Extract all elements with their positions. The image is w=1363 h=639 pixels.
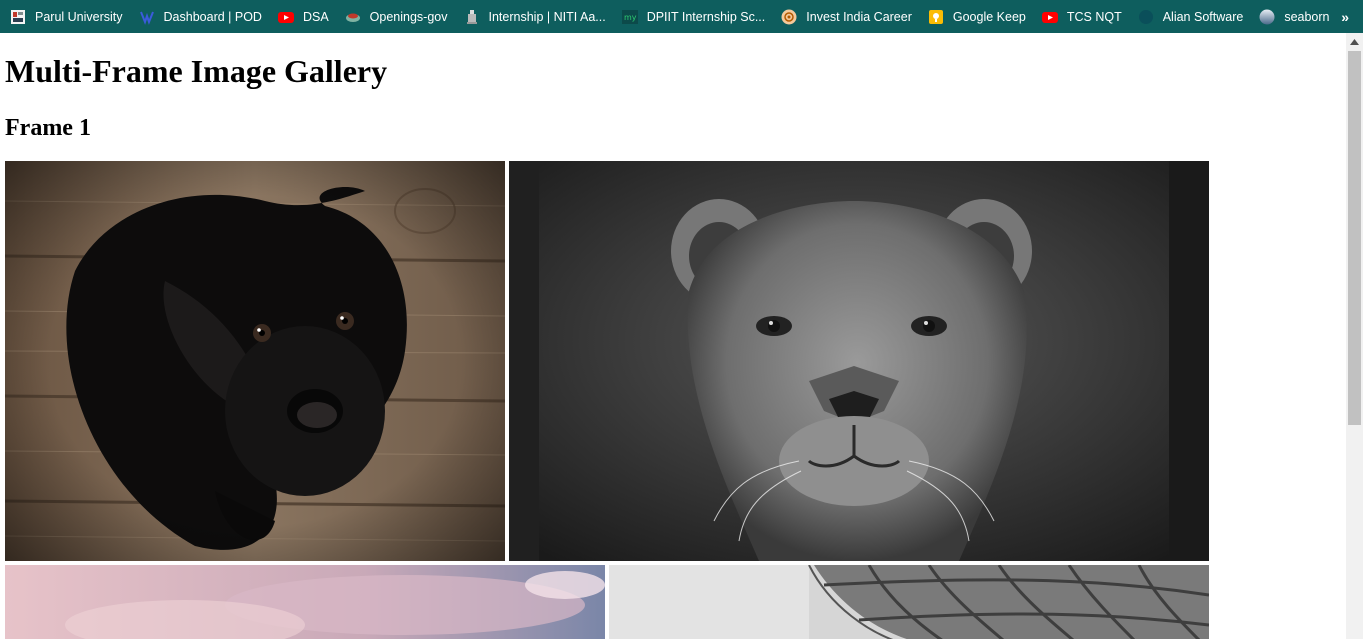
- bookmark-label: seaborn: [1284, 9, 1330, 24]
- bookmark-label: DSA: [302, 9, 329, 24]
- scroll-up-arrow-icon[interactable]: [1346, 33, 1363, 50]
- page-title: Multi-Frame Image Gallery: [5, 53, 388, 89]
- bookmark-label: Parul University: [35, 9, 123, 24]
- black-puppy-photo: [5, 161, 505, 561]
- bookmark-invest-india[interactable]: Invest India Career: [781, 0, 912, 33]
- hot-air-balloon-photo: [609, 565, 1209, 639]
- bookmark-niti-aayog[interactable]: Internship | NITI Aa...: [464, 0, 606, 33]
- bookmark-dsa[interactable]: DSA: [277, 0, 329, 33]
- niti-aayog-icon: [464, 9, 480, 25]
- more-bookmarks-button[interactable]: »: [1341, 0, 1349, 33]
- bookmark-label: Internship | NITI Aa...: [488, 9, 606, 24]
- youtube-icon: [277, 9, 294, 25]
- lioness-photo: [509, 161, 1209, 561]
- bookmark-label: Alian Software: [1162, 9, 1244, 24]
- vertical-scrollbar[interactable]: [1346, 33, 1363, 639]
- bookmark-google-keep[interactable]: Google Keep: [928, 0, 1026, 33]
- page-content: Multi-Frame Image Gallery Frame 1: [0, 33, 1346, 639]
- bookmark-tcs-nqt[interactable]: TCS NQT: [1041, 0, 1122, 33]
- alian-software-icon: [1138, 9, 1154, 25]
- bookmarks-bar: Parul University Dashboard | POD DSA Ope…: [0, 0, 1363, 33]
- bookmark-label: DPIIT Internship Sc...: [646, 9, 766, 24]
- frame-heading: Frame 1: [5, 115, 91, 141]
- scrollbar-thumb[interactable]: [1348, 51, 1361, 425]
- svg-text:my: my: [624, 13, 637, 22]
- bookmark-parul-university[interactable]: Parul University: [10, 0, 123, 33]
- bookmark-label: Invest India Career: [806, 9, 912, 24]
- bookmark-label: Google Keep: [952, 9, 1026, 24]
- bookmark-openings-gov[interactable]: Openings-gov: [345, 0, 448, 33]
- openings-gov-icon: [345, 9, 361, 25]
- bookmark-alian-software[interactable]: Alian Software: [1138, 0, 1244, 33]
- mygov-icon: my: [621, 9, 638, 25]
- bookmark-label: Dashboard | POD: [163, 9, 262, 24]
- seaborn-icon: [1259, 9, 1275, 25]
- bookmark-label: Openings-gov: [369, 9, 448, 24]
- invest-india-icon: [781, 9, 797, 25]
- bookmark-seaborn[interactable]: seaborn: [1259, 0, 1330, 33]
- youtube-icon: [1041, 9, 1058, 25]
- bookmark-label: TCS NQT: [1066, 9, 1122, 24]
- pod-icon: [139, 9, 155, 25]
- bookmark-dashboard-pod[interactable]: Dashboard | POD: [139, 0, 262, 33]
- pink-sky-photo: [5, 565, 605, 639]
- parul-university-icon: [10, 9, 26, 25]
- bookmark-dpiit-internship[interactable]: my DPIIT Internship Sc...: [621, 0, 766, 33]
- google-keep-icon: [928, 9, 944, 25]
